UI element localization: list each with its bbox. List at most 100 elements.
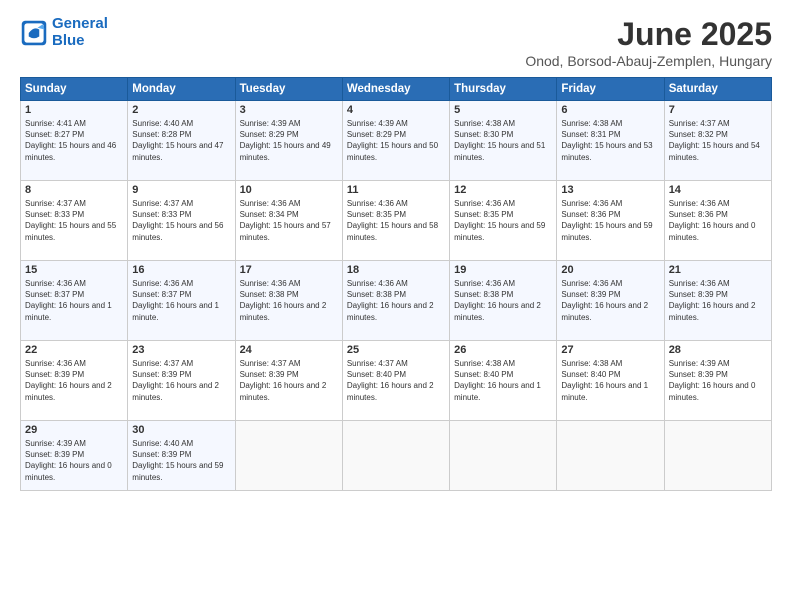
table-row	[664, 421, 771, 491]
day-info: Sunrise: 4:40 AM Sunset: 8:28 PM Dayligh…	[132, 118, 230, 163]
table-row: 21 Sunrise: 4:36 AM Sunset: 8:39 PM Dayl…	[664, 261, 771, 341]
day-info: Sunrise: 4:39 AM Sunset: 8:39 PM Dayligh…	[25, 438, 123, 483]
table-row: 23 Sunrise: 4:37 AM Sunset: 8:39 PM Dayl…	[128, 341, 235, 421]
day-number: 8	[25, 184, 123, 196]
day-info: Sunrise: 4:36 AM Sunset: 8:38 PM Dayligh…	[347, 278, 445, 323]
table-row: 3 Sunrise: 4:39 AM Sunset: 8:29 PM Dayli…	[235, 101, 342, 181]
day-info: Sunrise: 4:39 AM Sunset: 8:39 PM Dayligh…	[669, 358, 767, 403]
table-row	[235, 421, 342, 491]
table-row	[557, 421, 664, 491]
day-number: 19	[454, 264, 552, 276]
table-row	[342, 421, 449, 491]
calendar-table: Sunday Monday Tuesday Wednesday Thursday…	[20, 77, 772, 491]
day-number: 20	[561, 264, 659, 276]
table-row: 12 Sunrise: 4:36 AM Sunset: 8:35 PM Dayl…	[450, 181, 557, 261]
table-row: 17 Sunrise: 4:36 AM Sunset: 8:38 PM Dayl…	[235, 261, 342, 341]
day-info: Sunrise: 4:36 AM Sunset: 8:39 PM Dayligh…	[25, 358, 123, 403]
header-monday: Monday	[128, 78, 235, 101]
title-area: June 2025 Onod, Borsod-Abauj-Zemplen, Hu…	[525, 16, 772, 69]
day-info: Sunrise: 4:36 AM Sunset: 8:35 PM Dayligh…	[454, 198, 552, 243]
day-info: Sunrise: 4:36 AM Sunset: 8:39 PM Dayligh…	[669, 278, 767, 323]
day-number: 24	[240, 344, 338, 356]
table-row: 22 Sunrise: 4:36 AM Sunset: 8:39 PM Dayl…	[21, 341, 128, 421]
table-row: 16 Sunrise: 4:36 AM Sunset: 8:37 PM Dayl…	[128, 261, 235, 341]
day-info: Sunrise: 4:36 AM Sunset: 8:35 PM Dayligh…	[347, 198, 445, 243]
header-sunday: Sunday	[21, 78, 128, 101]
table-row: 10 Sunrise: 4:36 AM Sunset: 8:34 PM Dayl…	[235, 181, 342, 261]
table-row: 30 Sunrise: 4:40 AM Sunset: 8:39 PM Dayl…	[128, 421, 235, 491]
day-number: 10	[240, 184, 338, 196]
logo-text: General Blue	[52, 16, 108, 49]
table-row: 1 Sunrise: 4:41 AM Sunset: 8:27 PM Dayli…	[21, 101, 128, 181]
day-info: Sunrise: 4:36 AM Sunset: 8:36 PM Dayligh…	[561, 198, 659, 243]
table-row: 15 Sunrise: 4:36 AM Sunset: 8:37 PM Dayl…	[21, 261, 128, 341]
day-info: Sunrise: 4:36 AM Sunset: 8:37 PM Dayligh…	[25, 278, 123, 323]
table-row: 20 Sunrise: 4:36 AM Sunset: 8:39 PM Dayl…	[557, 261, 664, 341]
table-row: 29 Sunrise: 4:39 AM Sunset: 8:39 PM Dayl…	[21, 421, 128, 491]
day-info: Sunrise: 4:37 AM Sunset: 8:33 PM Dayligh…	[25, 198, 123, 243]
header-friday: Friday	[557, 78, 664, 101]
day-number: 18	[347, 264, 445, 276]
day-number: 2	[132, 104, 230, 116]
table-row: 9 Sunrise: 4:37 AM Sunset: 8:33 PM Dayli…	[128, 181, 235, 261]
day-info: Sunrise: 4:37 AM Sunset: 8:39 PM Dayligh…	[240, 358, 338, 403]
day-info: Sunrise: 4:37 AM Sunset: 8:32 PM Dayligh…	[669, 118, 767, 163]
day-number: 1	[25, 104, 123, 116]
day-number: 22	[25, 344, 123, 356]
day-number: 15	[25, 264, 123, 276]
day-number: 9	[132, 184, 230, 196]
day-info: Sunrise: 4:39 AM Sunset: 8:29 PM Dayligh…	[240, 118, 338, 163]
day-info: Sunrise: 4:37 AM Sunset: 8:39 PM Dayligh…	[132, 358, 230, 403]
day-number: 6	[561, 104, 659, 116]
day-number: 28	[669, 344, 767, 356]
table-row: 27 Sunrise: 4:38 AM Sunset: 8:40 PM Dayl…	[557, 341, 664, 421]
day-info: Sunrise: 4:36 AM Sunset: 8:39 PM Dayligh…	[561, 278, 659, 323]
day-number: 5	[454, 104, 552, 116]
calendar-header-row: Sunday Monday Tuesday Wednesday Thursday…	[21, 78, 772, 101]
day-number: 13	[561, 184, 659, 196]
day-info: Sunrise: 4:37 AM Sunset: 8:40 PM Dayligh…	[347, 358, 445, 403]
day-number: 17	[240, 264, 338, 276]
header-thursday: Thursday	[450, 78, 557, 101]
day-info: Sunrise: 4:40 AM Sunset: 8:39 PM Dayligh…	[132, 438, 230, 483]
day-info: Sunrise: 4:36 AM Sunset: 8:37 PM Dayligh…	[132, 278, 230, 323]
day-number: 11	[347, 184, 445, 196]
day-info: Sunrise: 4:38 AM Sunset: 8:40 PM Dayligh…	[561, 358, 659, 403]
main-title: June 2025	[525, 16, 772, 53]
table-row: 26 Sunrise: 4:38 AM Sunset: 8:40 PM Dayl…	[450, 341, 557, 421]
day-number: 4	[347, 104, 445, 116]
day-number: 29	[25, 424, 123, 436]
page: General Blue June 2025 Onod, Borsod-Abau…	[0, 0, 792, 612]
day-info: Sunrise: 4:38 AM Sunset: 8:31 PM Dayligh…	[561, 118, 659, 163]
day-info: Sunrise: 4:36 AM Sunset: 8:34 PM Dayligh…	[240, 198, 338, 243]
table-row	[450, 421, 557, 491]
table-row: 28 Sunrise: 4:39 AM Sunset: 8:39 PM Dayl…	[664, 341, 771, 421]
day-info: Sunrise: 4:38 AM Sunset: 8:30 PM Dayligh…	[454, 118, 552, 163]
day-info: Sunrise: 4:41 AM Sunset: 8:27 PM Dayligh…	[25, 118, 123, 163]
day-info: Sunrise: 4:36 AM Sunset: 8:38 PM Dayligh…	[454, 278, 552, 323]
header-saturday: Saturday	[664, 78, 771, 101]
logo-icon	[20, 19, 48, 47]
table-row: 6 Sunrise: 4:38 AM Sunset: 8:31 PM Dayli…	[557, 101, 664, 181]
day-info: Sunrise: 4:36 AM Sunset: 8:36 PM Dayligh…	[669, 198, 767, 243]
header-tuesday: Tuesday	[235, 78, 342, 101]
table-row: 11 Sunrise: 4:36 AM Sunset: 8:35 PM Dayl…	[342, 181, 449, 261]
table-row: 8 Sunrise: 4:37 AM Sunset: 8:33 PM Dayli…	[21, 181, 128, 261]
header-wednesday: Wednesday	[342, 78, 449, 101]
table-row: 7 Sunrise: 4:37 AM Sunset: 8:32 PM Dayli…	[664, 101, 771, 181]
day-number: 16	[132, 264, 230, 276]
day-info: Sunrise: 4:38 AM Sunset: 8:40 PM Dayligh…	[454, 358, 552, 403]
day-number: 30	[132, 424, 230, 436]
day-number: 26	[454, 344, 552, 356]
header: General Blue June 2025 Onod, Borsod-Abau…	[20, 16, 772, 69]
day-number: 14	[669, 184, 767, 196]
day-number: 12	[454, 184, 552, 196]
table-row: 5 Sunrise: 4:38 AM Sunset: 8:30 PM Dayli…	[450, 101, 557, 181]
table-row: 13 Sunrise: 4:36 AM Sunset: 8:36 PM Dayl…	[557, 181, 664, 261]
table-row: 14 Sunrise: 4:36 AM Sunset: 8:36 PM Dayl…	[664, 181, 771, 261]
day-number: 27	[561, 344, 659, 356]
logo: General Blue	[20, 16, 108, 49]
day-number: 25	[347, 344, 445, 356]
table-row: 24 Sunrise: 4:37 AM Sunset: 8:39 PM Dayl…	[235, 341, 342, 421]
table-row: 19 Sunrise: 4:36 AM Sunset: 8:38 PM Dayl…	[450, 261, 557, 341]
